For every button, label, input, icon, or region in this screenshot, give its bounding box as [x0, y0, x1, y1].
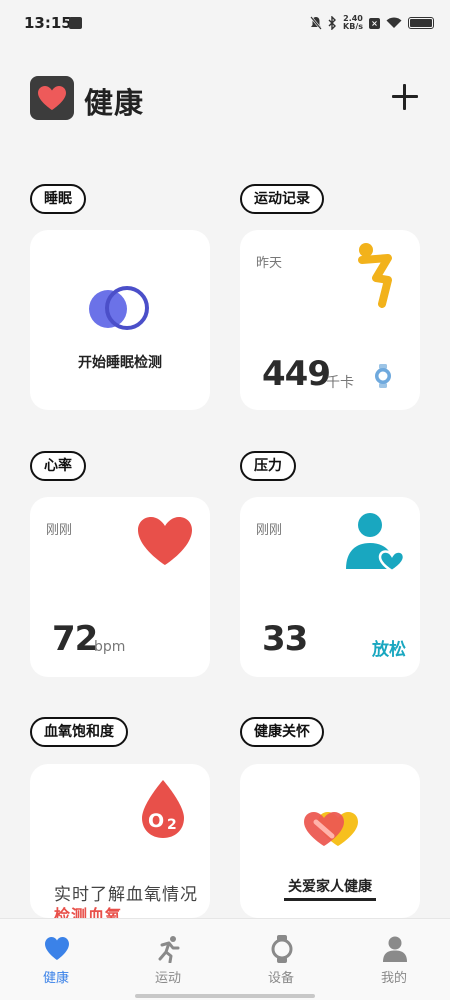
tab-label: 健康	[42, 971, 69, 986]
care-family-health: 关爱家人健康	[288, 879, 372, 895]
exercise-figure-icon	[358, 243, 392, 308]
watch-icon	[271, 935, 293, 963]
tab-label: 设备	[267, 971, 294, 986]
mute-icon	[310, 16, 322, 30]
bottom-tab-bar: 健康 运动 设备 我的	[0, 918, 450, 1000]
svg-text:2: 2	[167, 817, 177, 833]
heart-rate-unit: bpm	[94, 639, 126, 655]
exercise-card[interactable]: 昨天 449 千卡	[240, 230, 420, 410]
stress-status: 放松	[372, 640, 406, 660]
heart-rate-time: 刚刚	[46, 523, 73, 538]
care-card[interactable]: 关爱家人健康	[240, 764, 420, 918]
status-bar: 13:15 2.40 KB/s ×	[0, 0, 450, 46]
speed-unit: KB/s	[343, 22, 363, 31]
section-title-care[interactable]: 健康关怀	[240, 717, 324, 747]
heart-icon	[45, 937, 69, 960]
spo2-card[interactable]: O 2 实时了解血氧情况 检测血氧	[30, 764, 210, 918]
stress-time: 刚刚	[256, 523, 283, 538]
person-icon	[383, 936, 407, 962]
heart-rate-card[interactable]: 刚刚 72 bpm	[30, 497, 210, 677]
tab-exercise[interactable]: 运动	[112, 919, 224, 991]
section-title-heart-rate[interactable]: 心率	[30, 451, 86, 481]
heart-logo-icon	[38, 86, 66, 110]
running-icon	[158, 936, 180, 963]
section-title-sleep[interactable]: 睡眠	[30, 184, 86, 214]
tab-devices[interactable]: 设备	[225, 919, 337, 991]
network-speed: 2.40 KB/s	[343, 15, 363, 31]
section-title-spo2[interactable]: 血氧饱和度	[30, 717, 128, 747]
sleep-icon	[89, 286, 149, 330]
exercise-unit: 千卡	[326, 375, 354, 391]
tab-me[interactable]: 我的	[338, 919, 450, 991]
svg-text:O: O	[148, 810, 164, 832]
page-title: 健康	[84, 86, 145, 120]
app-header: 健康	[30, 76, 422, 122]
sleep-card[interactable]: 开始睡眠检测	[30, 230, 210, 410]
battery-fill	[410, 19, 432, 27]
home-indicator[interactable]	[135, 994, 315, 998]
tab-label: 运动	[154, 971, 181, 986]
heart-icon	[138, 517, 192, 565]
add-button[interactable]	[392, 84, 418, 110]
stress-card[interactable]: 刚刚 33 放松	[240, 497, 420, 677]
battery-icon	[408, 17, 434, 29]
care-underline	[284, 898, 376, 901]
tab-label: 我的	[380, 971, 407, 986]
section-title-stress[interactable]: 压力	[240, 451, 296, 481]
exercise-time: 昨天	[256, 256, 283, 271]
watch-icon	[375, 364, 391, 388]
message-notification-icon	[69, 17, 82, 29]
care-hearts-icon	[304, 812, 358, 846]
check-spo2-link[interactable]: 检测血氧	[54, 902, 122, 918]
wifi-icon	[386, 17, 402, 28]
tab-health[interactable]: 健康	[0, 919, 112, 991]
exercise-calories: 449	[262, 354, 331, 394]
spo2-drop-icon: O 2	[142, 780, 184, 838]
sim-disabled-icon: ×	[369, 17, 380, 29]
section-title-exercise[interactable]: 运动记录	[240, 184, 324, 214]
status-icons: 2.40 KB/s ×	[310, 12, 434, 34]
start-sleep-detection: 开始睡眠检测	[78, 355, 162, 371]
stress-value: 33	[262, 619, 308, 659]
bluetooth-icon	[328, 16, 337, 30]
app-logo	[30, 76, 74, 120]
heart-rate-value: 72	[52, 619, 98, 659]
status-time: 13:15	[24, 14, 72, 32]
stress-person-icon	[346, 513, 406, 573]
